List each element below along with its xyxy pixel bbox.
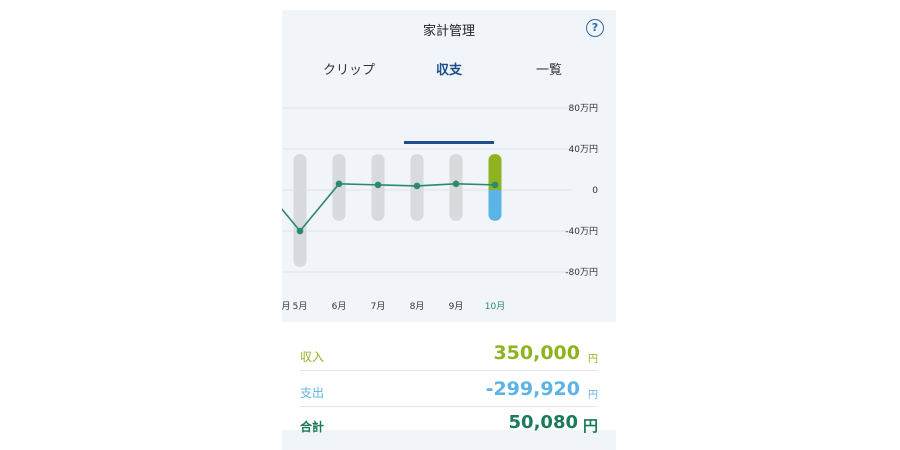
month-bar: [449, 154, 463, 221]
income-unit: 円: [588, 354, 598, 365]
tab-balance[interactable]: 収支: [404, 58, 494, 96]
summary-row-income: 収入 350,000 円: [300, 338, 598, 374]
net-line: [282, 183, 496, 233]
income-value: 350,000: [493, 342, 580, 364]
x-tick-label: 6月: [332, 301, 347, 312]
total-label: 合計: [300, 420, 325, 434]
net-point: [296, 227, 304, 235]
row-divider: [300, 370, 598, 371]
app-screen: 家計管理 ? クリップ 収支 一覧 80万円 40万円 0 -40万円 -80万円月 5月…: [282, 10, 616, 450]
expense-unit: 円: [588, 390, 598, 401]
summary-panel: 収入 350,000 円 支出 -299,920 円 合計 50,080 円: [282, 322, 616, 435]
total-unit: 円: [582, 417, 598, 435]
expense-label: 支出: [300, 386, 325, 400]
help-icon[interactable]: ?: [586, 19, 604, 37]
header-bar: 家計管理 ?: [282, 10, 616, 50]
net-point: [491, 181, 499, 189]
x-tick-label: 7月: [371, 301, 386, 312]
net-point: [374, 181, 382, 189]
tab-bar: クリップ 収支 一覧: [282, 58, 616, 144]
x-tick-label: 月: [282, 301, 291, 312]
y-tick-label: 40万円: [569, 144, 598, 155]
x-tick-label: 5月: [293, 301, 308, 312]
x-tick-label: 9月: [449, 301, 464, 312]
y-tick-label: 80万円: [569, 103, 598, 114]
income-label: 収入: [300, 350, 325, 364]
net-point: [452, 180, 460, 188]
page-title: 家計管理: [422, 24, 475, 39]
y-tick-label: -40万円: [565, 226, 598, 237]
x-tick-label: 8月: [410, 301, 425, 312]
row-divider: [300, 406, 598, 407]
expense-value: -299,920: [485, 378, 580, 400]
month-bar: [293, 154, 307, 267]
summary-row-total: 合計 50,080 円: [300, 408, 598, 444]
balance-chart: 80万円 40万円 0 -40万円 -80万円月 5月 6月 7月 8月 9月 10月: [282, 103, 598, 312]
expense-bar-top: [488, 190, 502, 196]
y-tick-label: 0: [592, 186, 598, 196]
total-value: 50,080: [508, 412, 578, 433]
tab-list[interactable]: 一覧: [504, 58, 594, 96]
net-point: [413, 182, 421, 190]
tab-clip[interactable]: クリップ: [304, 58, 394, 96]
net-point: [335, 180, 343, 188]
summary-row-expense: 支出 -299,920 円: [300, 374, 598, 410]
y-tick-label: -80万円: [565, 267, 598, 278]
month-bar: [332, 154, 346, 221]
x-tick-label: 10月: [485, 301, 505, 312]
